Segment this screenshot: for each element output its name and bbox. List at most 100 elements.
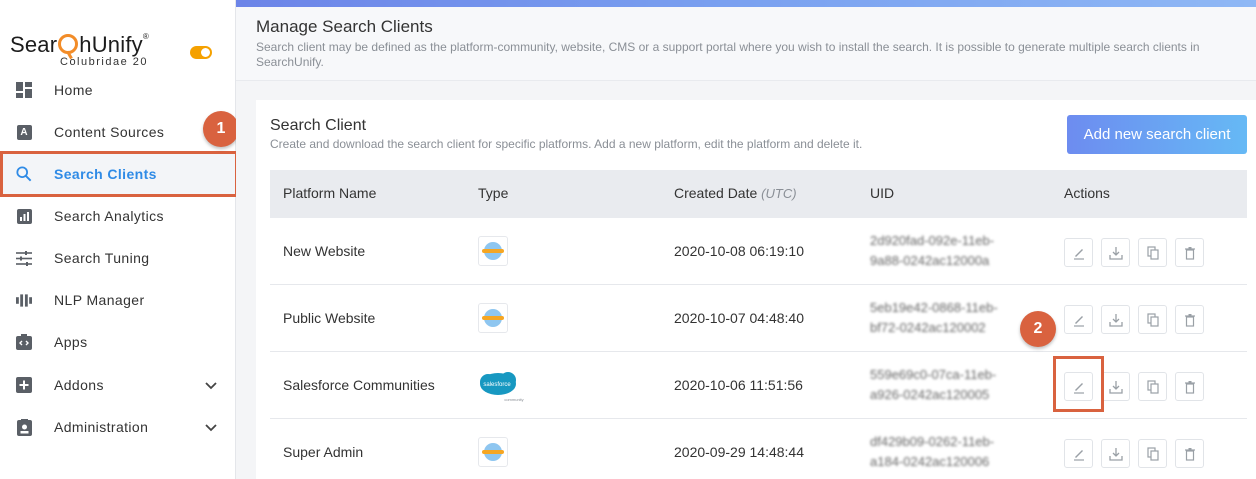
sidebar-item-label: Apps [54,334,88,350]
copy-icon[interactable] [1138,305,1167,334]
table-header: Platform Name Type Created Date (UTC) UI… [270,170,1247,218]
delete-icon[interactable] [1175,305,1204,334]
created-date: 2020-09-29 14:48:44 [674,444,804,460]
platform-name: Salesforce Communities [283,377,435,393]
analytics-icon [16,208,32,224]
download-icon[interactable] [1101,238,1130,267]
row-actions [1064,305,1204,334]
delete-icon[interactable] [1175,372,1204,401]
website-type-icon [478,437,508,467]
uid: 5eb19e42-0868-11eb-bf72-0242ac120002 [870,298,1020,338]
sidebar-item-label: Home [54,82,93,98]
sidebar-item-content-sources[interactable]: A Content Sources [0,112,236,152]
download-icon[interactable] [1101,372,1130,401]
dashboard-icon [16,82,32,98]
header-platform-name: Platform Name [283,185,377,201]
theme-toggle[interactable] [190,46,212,59]
annotation-highlight-search-clients [0,151,238,197]
header-uid: UID [870,185,895,201]
row-actions [1064,439,1204,468]
tuning-icon [16,250,32,266]
chevron-down-icon[interactable] [204,420,218,434]
edit-icon[interactable] [1064,305,1093,334]
top-gradient-bar [236,0,1256,7]
search-client-card: Search Client Create and download the se… [256,100,1256,479]
uid: df429b09-0262-11eb-a184-0242ac120006 [870,432,1020,472]
platform-name: Super Admin [283,444,364,460]
svg-text:salesforce: salesforce [483,382,511,388]
copy-icon[interactable] [1138,238,1167,267]
sidebar-item-label: Content Sources [54,124,165,140]
uid-line-1: 5eb19e42-0868-11eb- [870,300,998,315]
platform-name: Public Website [283,310,376,326]
website-type-icon [478,303,508,333]
version-label: Colubridae 20 [60,56,148,68]
edit-icon[interactable] [1064,238,1093,267]
edit-icon[interactable] [1064,439,1093,468]
sidebar-item-home[interactable]: Home [0,70,236,110]
add-new-search-client-button[interactable]: Add new search client [1067,115,1247,154]
annotation-highlight-edit-button [1053,356,1104,412]
sidebar-item-label: NLP Manager [54,292,145,308]
sidebar-item-label: Addons [54,377,104,393]
platform-name: New Website [283,243,366,259]
uid-line-2: bf72-0242ac120002 [870,320,986,335]
download-icon[interactable] [1101,305,1130,334]
page-description: Search client may be defined as the plat… [256,40,1200,69]
sidebar-item-addons[interactable]: Addons [0,365,236,405]
apps-icon [16,334,32,350]
table-row: New Website 2020-10-08 06:19:10 2d920fad… [270,218,1247,285]
sidebar: Sear hUnify® Colubridae 20 Home A Content… [0,0,236,479]
sidebar-item-administration[interactable]: Administration [0,407,236,447]
page-header: Manage Search Clients Search client may … [236,7,1256,81]
content-sources-icon: A [16,124,32,140]
sidebar-item-nlp-manager[interactable]: NLP Manager [0,280,236,320]
sidebar-item-search-analytics[interactable]: Search Analytics [0,196,236,236]
addons-icon [16,377,32,393]
row-actions [1064,238,1204,267]
nlp-icon [16,292,32,308]
download-icon[interactable] [1101,439,1130,468]
sidebar-item-label: Search Tuning [54,250,150,266]
uid-line-2: a184-0242ac120006 [870,454,990,469]
created-date: 2020-10-06 11:51:56 [674,377,803,393]
delete-icon[interactable] [1175,439,1204,468]
logo-text-left: Sear [10,32,58,57]
sidebar-item-label: Administration [54,419,149,435]
created-date: 2020-10-07 04:48:40 [674,310,804,326]
header-created-unit: (UTC) [761,186,797,201]
registered-mark: ® [142,32,149,41]
annotation-badge-step-2: 2 [1020,311,1056,347]
uid-line-1: 2d920fad-092e-11eb- [870,233,995,248]
sidebar-item-label: Search Analytics [54,208,164,224]
sidebar-item-apps[interactable]: Apps [0,322,236,362]
uid: 559e69c0-07ca-11eb-a926-0242ac120005 [870,365,1020,405]
salesforce-type-icon: salesforce community [478,370,530,404]
header-created-text: Created Date [674,185,758,201]
uid-line-1: 559e69c0-07ca-11eb- [870,367,997,382]
header-created-date: Created Date (UTC) [674,185,797,201]
header-type: Type [478,185,509,201]
uid-line-2: 9a88-0242ac12000a [870,253,990,268]
page-title: Manage Search Clients [256,17,433,36]
card-title: Search Client [270,117,367,134]
uid: 2d920fad-092e-11eb- 9a88-0242ac12000a [870,231,1020,271]
created-date: 2020-10-08 06:19:10 [674,243,804,259]
card-description: Create and download the search client fo… [270,137,863,151]
sidebar-item-search-tuning[interactable]: Search Tuning [0,238,236,278]
table-row: Super Admin 2020-09-29 14:48:44 df429b09… [270,419,1247,479]
administration-icon [16,418,32,436]
annotation-badge-step-1: 1 [203,111,239,147]
uid-line-1: df429b09-0262-11eb- [870,434,995,449]
logo-text-right: hUnify [79,32,143,57]
header-actions: Actions [1064,185,1110,201]
uid-line-2: a926-0242ac120005 [870,387,990,402]
searchunify-logo[interactable]: Sear hUnify® [10,32,149,58]
copy-icon[interactable] [1138,439,1167,468]
svg-text:community: community [504,397,523,402]
copy-icon[interactable] [1138,372,1167,401]
delete-icon[interactable] [1175,238,1204,267]
chevron-down-icon[interactable] [204,378,218,392]
table-row: Public Website 2020-10-07 04:48:40 5eb19… [270,285,1247,352]
logo-c-icon [58,34,79,54]
